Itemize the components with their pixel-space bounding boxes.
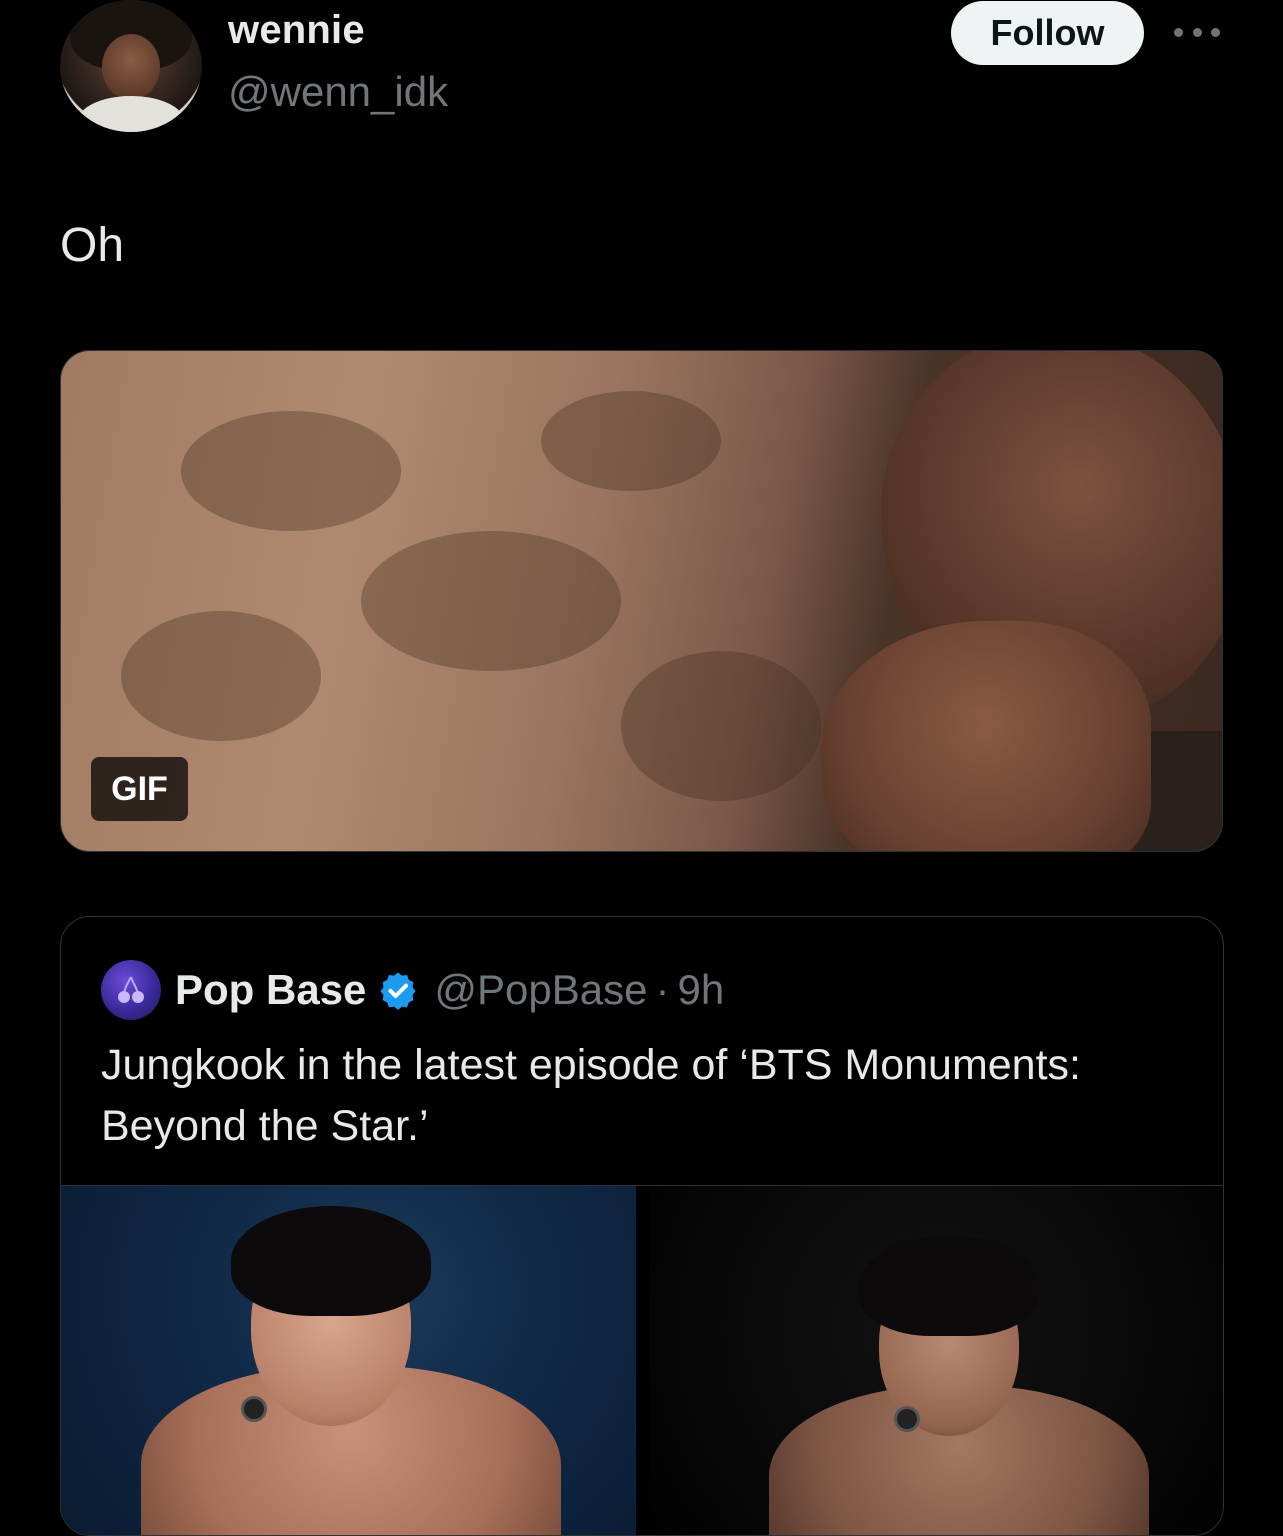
quoted-media-grid [61,1185,1223,1535]
more-dot [1211,27,1220,37]
author-avatar[interactable] [60,0,202,132]
quoted-author-name[interactable]: Pop Base [175,966,366,1014]
more-dot [1174,27,1183,37]
cherry-icon [118,976,144,1003]
quoted-author-avatar[interactable] [101,960,161,1020]
headset-mic [894,1406,920,1432]
gif-texture [121,611,321,741]
follow-button[interactable]: Follow [951,1,1144,65]
quoted-tweet-text: Jungkook in the latest episode of ‘BTS M… [101,1041,1081,1150]
gif-texture [181,411,401,531]
quoted-author-handle[interactable]: @PopBase [434,966,647,1014]
tweet-text: Oh [60,219,125,272]
tweet-gif[interactable]: GIF [60,350,1223,852]
avatar-face [102,34,160,100]
quoted-tweet-time[interactable]: 9h [678,966,725,1014]
avatar-shirt [78,96,184,132]
photo-person-hair [231,1206,431,1316]
author-display-name[interactable]: wennie [228,8,365,53]
verified-badge-icon [380,972,416,1010]
quoted-photo-2[interactable] [649,1186,1223,1535]
separator-dot: · [655,966,670,1013]
author-handle[interactable]: @wenn_idk [228,68,448,116]
photo-person-hair [859,1236,1039,1336]
gif-texture [541,391,721,491]
quoted-tweet-card[interactable]: Pop Base @PopBase · 9h Jungkook in the l… [60,916,1224,1536]
gif-texture [361,531,621,671]
more-horizontal-icon[interactable] [1174,22,1220,42]
quoted-photo-1[interactable] [61,1186,636,1535]
gif-badge: GIF [91,757,188,821]
more-dot [1192,27,1202,37]
quoted-tweet-header: Pop Base @PopBase · 9h [101,957,724,1023]
gif-texture [621,651,821,801]
gif-person-hand [821,621,1151,851]
headset-mic [241,1396,267,1422]
